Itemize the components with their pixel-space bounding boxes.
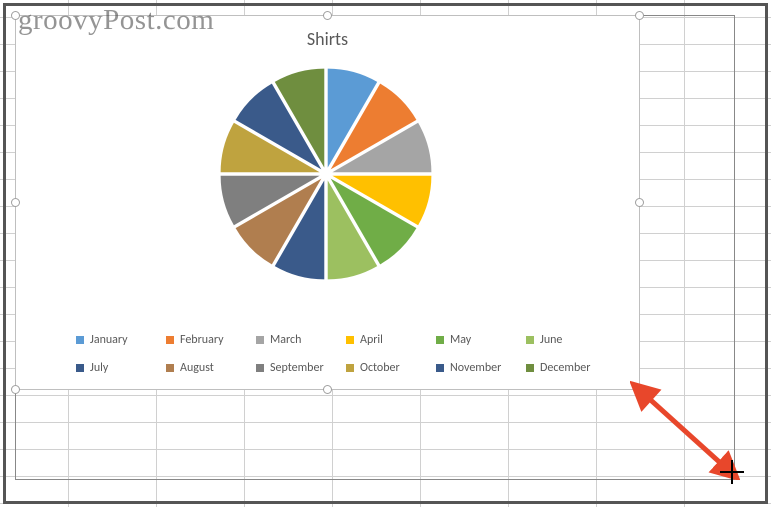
resize-handle-top[interactable] bbox=[323, 11, 332, 20]
legend-swatch-icon bbox=[256, 336, 264, 344]
legend-item[interactable]: November bbox=[436, 361, 526, 375]
legend-label: January bbox=[90, 333, 128, 347]
legend-swatch-icon bbox=[76, 364, 84, 372]
legend-label: December bbox=[540, 361, 590, 375]
resize-handle-bottom-right[interactable] bbox=[635, 385, 644, 394]
resize-handle-left[interactable] bbox=[11, 198, 20, 207]
chart-object[interactable]: Shirts JanuaryFebruaryMarchAprilMayJuneJ… bbox=[15, 15, 640, 390]
legend-label: March bbox=[270, 333, 301, 347]
resize-handle-bottom[interactable] bbox=[323, 385, 332, 394]
legend-label: September bbox=[270, 361, 324, 375]
legend-label: June bbox=[540, 333, 562, 347]
legend-label: May bbox=[450, 333, 471, 347]
legend-item[interactable]: September bbox=[256, 361, 346, 375]
legend-item[interactable]: October bbox=[346, 361, 436, 375]
legend-swatch-icon bbox=[166, 364, 174, 372]
resize-handle-bottom-left[interactable] bbox=[11, 385, 20, 394]
legend-swatch-icon bbox=[76, 336, 84, 344]
legend-swatch-icon bbox=[436, 336, 444, 344]
legend-item[interactable]: August bbox=[166, 361, 256, 375]
legend-swatch-icon bbox=[526, 364, 534, 372]
resize-handle-top-right[interactable] bbox=[635, 11, 644, 20]
legend-swatch-icon bbox=[526, 336, 534, 344]
pie-chart[interactable] bbox=[216, 64, 436, 284]
legend-label: February bbox=[180, 333, 224, 347]
chart-title[interactable]: Shirts bbox=[16, 28, 639, 50]
legend-item[interactable]: February bbox=[166, 333, 256, 347]
legend-item[interactable]: July bbox=[76, 361, 166, 375]
legend-swatch-icon bbox=[436, 364, 444, 372]
legend-swatch-icon bbox=[346, 364, 354, 372]
legend-swatch-icon bbox=[346, 336, 354, 344]
legend-label: July bbox=[90, 361, 108, 375]
legend-item[interactable]: January bbox=[76, 333, 166, 347]
legend-item[interactable]: May bbox=[436, 333, 526, 347]
legend-label: November bbox=[450, 361, 501, 375]
legend-swatch-icon bbox=[256, 364, 264, 372]
legend-label: April bbox=[360, 333, 383, 347]
legend-item[interactable]: April bbox=[346, 333, 436, 347]
legend-item[interactable]: December bbox=[526, 361, 616, 375]
legend-swatch-icon bbox=[166, 336, 174, 344]
legend-item[interactable]: March bbox=[256, 333, 346, 347]
resize-handle-right[interactable] bbox=[635, 198, 644, 207]
chart-legend[interactable]: January February March April May June July Augu… bbox=[76, 333, 616, 375]
resize-handle-top-left[interactable] bbox=[11, 11, 20, 20]
legend-label: August bbox=[180, 361, 214, 375]
legend-item[interactable]: June bbox=[526, 333, 616, 347]
legend-label: October bbox=[360, 361, 400, 375]
